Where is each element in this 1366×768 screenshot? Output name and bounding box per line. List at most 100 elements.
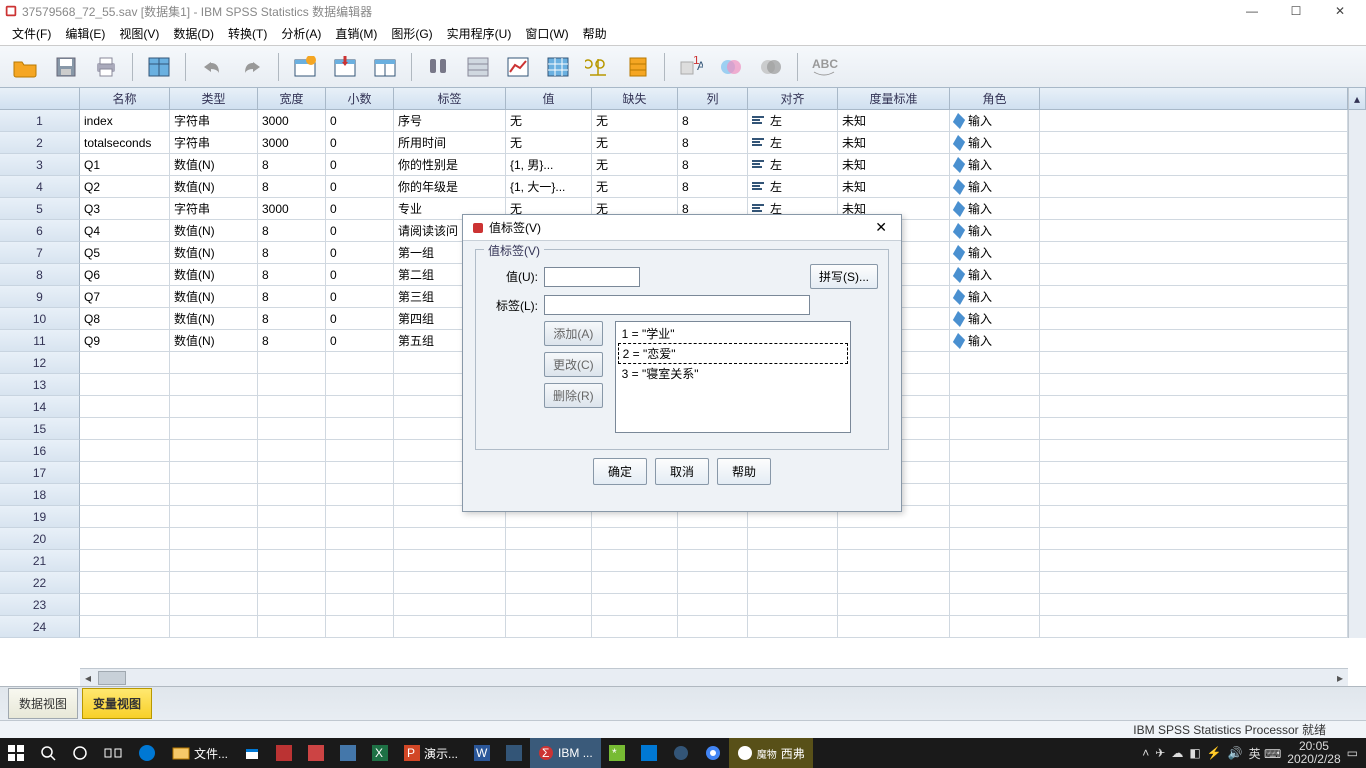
print-icon[interactable] xyxy=(90,51,122,83)
cell-width[interactable]: 8 xyxy=(258,242,326,264)
cancel-button[interactable]: 取消 xyxy=(655,458,709,485)
cell-role[interactable]: 输入 xyxy=(950,308,1040,330)
cell-missing[interactable]: 无 xyxy=(592,176,678,198)
row-number[interactable]: 22 xyxy=(0,572,80,594)
cell-decimals[interactable]: 0 xyxy=(326,330,394,352)
vscroll-track[interactable] xyxy=(1348,154,1366,176)
start-button[interactable] xyxy=(0,738,32,768)
cell-width[interactable]: 8 xyxy=(258,286,326,308)
grid4-icon[interactable] xyxy=(462,51,494,83)
grid3-icon[interactable] xyxy=(369,51,401,83)
vscroll-top[interactable]: ▴ xyxy=(1348,88,1366,110)
cell-width[interactable]: 3000 xyxy=(258,110,326,132)
cell-align[interactable]: 左 xyxy=(748,132,838,154)
menu-文件(F)[interactable]: 文件(F) xyxy=(6,23,57,44)
venn1-icon[interactable] xyxy=(715,51,747,83)
row-number[interactable]: 21 xyxy=(0,550,80,572)
cell-type[interactable]: 数值(N) xyxy=(170,220,258,242)
open-icon[interactable] xyxy=(10,51,42,83)
vscroll-track[interactable] xyxy=(1348,110,1366,132)
app7-task[interactable]: 魔物西弗 xyxy=(729,738,813,768)
table-row[interactable]: 2totalseconds字符串30000所用时间无无8左未知输入 xyxy=(0,132,1366,154)
app3-icon[interactable] xyxy=(332,738,364,768)
cell-label[interactable]: 所用时间 xyxy=(394,132,506,154)
store-icon[interactable] xyxy=(236,738,268,768)
cell-label[interactable]: 你的年级是 xyxy=(394,176,506,198)
cell-align[interactable]: 左 xyxy=(748,176,838,198)
tray-date[interactable]: 2020/2/28 xyxy=(1287,753,1340,766)
cell-missing[interactable]: 无 xyxy=(592,132,678,154)
cell-role[interactable]: 输入 xyxy=(950,132,1040,154)
cortana-icon[interactable] xyxy=(64,738,96,768)
cell-decimals[interactable]: 0 xyxy=(326,286,394,308)
list-item[interactable]: 2 = "恋爱" xyxy=(618,343,848,364)
taskview-icon[interactable] xyxy=(96,738,130,768)
notifications-icon[interactable]: ▭ xyxy=(1347,746,1358,760)
table-row-empty[interactable]: 23 xyxy=(0,594,1366,616)
row-number[interactable]: 14 xyxy=(0,396,80,418)
col-header-name[interactable]: 名称 xyxy=(80,88,170,110)
cell-label[interactable]: 序号 xyxy=(394,110,506,132)
row-number[interactable]: 3 xyxy=(0,154,80,176)
search-icon[interactable] xyxy=(32,738,64,768)
chrome-icon[interactable] xyxy=(697,738,729,768)
system-tray[interactable]: ˄ ✈ ☁ ◧ ⚡ 🔊 英 ⌨ 20:05 2020/2/28 ▭ xyxy=(1134,740,1366,766)
cell-columns[interactable]: 8 xyxy=(678,154,748,176)
cell-type[interactable]: 数值(N) xyxy=(170,264,258,286)
col-header-columns[interactable]: 列 xyxy=(678,88,748,110)
cell-name[interactable]: Q5 xyxy=(80,242,170,264)
col-header-align[interactable]: 对齐 xyxy=(748,88,838,110)
tab-data-view[interactable]: 数据视图 xyxy=(8,688,78,719)
tray-volume-icon[interactable]: 🔊 xyxy=(1228,746,1243,760)
vscroll-track[interactable] xyxy=(1348,286,1366,308)
cell-role[interactable]: 输入 xyxy=(950,220,1040,242)
cell-missing[interactable]: 无 xyxy=(592,110,678,132)
table-row[interactable]: 3Q1数值(N)80你的性别是{1, 男}...无8左未知输入 xyxy=(0,154,1366,176)
vscroll-track[interactable] xyxy=(1348,330,1366,352)
col-header-role[interactable]: 角色 xyxy=(950,88,1040,110)
row-number[interactable]: 15 xyxy=(0,418,80,440)
spss-task[interactable]: ΣIBM ... xyxy=(530,738,601,768)
spelling-button[interactable]: 拼写(S)... xyxy=(810,264,878,289)
app1-icon[interactable] xyxy=(268,738,300,768)
change-button[interactable]: 更改(C) xyxy=(544,352,603,377)
tab-variable-view[interactable]: 变量视图 xyxy=(82,688,152,719)
cell-type[interactable]: 字符串 xyxy=(170,110,258,132)
menu-窗口(W)[interactable]: 窗口(W) xyxy=(519,23,574,44)
scroll-left-arrow[interactable]: ◂ xyxy=(80,671,96,685)
tray-app-icon[interactable]: ◧ xyxy=(1189,746,1200,760)
row-number[interactable]: 4 xyxy=(0,176,80,198)
undo-icon[interactable] xyxy=(196,51,228,83)
grid1-icon[interactable] xyxy=(289,51,321,83)
table-row[interactable]: 1index字符串30000序号无无8左未知输入 xyxy=(0,110,1366,132)
cell-values[interactable]: {1, 男}... xyxy=(506,154,592,176)
col-header-decimals[interactable]: 小数 xyxy=(326,88,394,110)
menu-实用程序(U)[interactable]: 实用程序(U) xyxy=(441,23,518,44)
remove-button[interactable]: 删除(R) xyxy=(544,383,603,408)
row-number[interactable]: 1 xyxy=(0,110,80,132)
row-number[interactable]: 6 xyxy=(0,220,80,242)
value-input[interactable] xyxy=(544,267,640,287)
cell-role[interactable]: 输入 xyxy=(950,286,1040,308)
save-icon[interactable] xyxy=(50,51,82,83)
cell-type[interactable]: 字符串 xyxy=(170,198,258,220)
dialog-titlebar[interactable]: 值标签(V) ✕ xyxy=(463,215,901,241)
menu-分析(A)[interactable]: 分析(A) xyxy=(275,23,327,44)
row-number[interactable]: 7 xyxy=(0,242,80,264)
vscode-icon[interactable] xyxy=(633,738,665,768)
table-row-empty[interactable]: 24 xyxy=(0,616,1366,638)
app6-icon[interactable] xyxy=(665,738,697,768)
value-labels-list[interactable]: 1 = "学业"2 = "恋爱"3 = "寝室关系" xyxy=(615,321,851,433)
add-button[interactable]: 添加(A) xyxy=(544,321,603,346)
col-header-values[interactable]: 值 xyxy=(506,88,592,110)
cell-type[interactable]: 数值(N) xyxy=(170,286,258,308)
cell-missing[interactable]: 无 xyxy=(592,154,678,176)
cell-width[interactable]: 8 xyxy=(258,308,326,330)
table-row[interactable]: 4Q2数值(N)80你的年级是{1, 大一}...无8左未知输入 xyxy=(0,176,1366,198)
cell-role[interactable]: 输入 xyxy=(950,176,1040,198)
cell-width[interactable]: 8 xyxy=(258,154,326,176)
list-item[interactable]: 1 = "学业" xyxy=(618,324,848,343)
cell-role[interactable]: 输入 xyxy=(950,110,1040,132)
abc-icon[interactable]: ABC xyxy=(808,51,840,83)
cell-role[interactable]: 输入 xyxy=(950,264,1040,286)
